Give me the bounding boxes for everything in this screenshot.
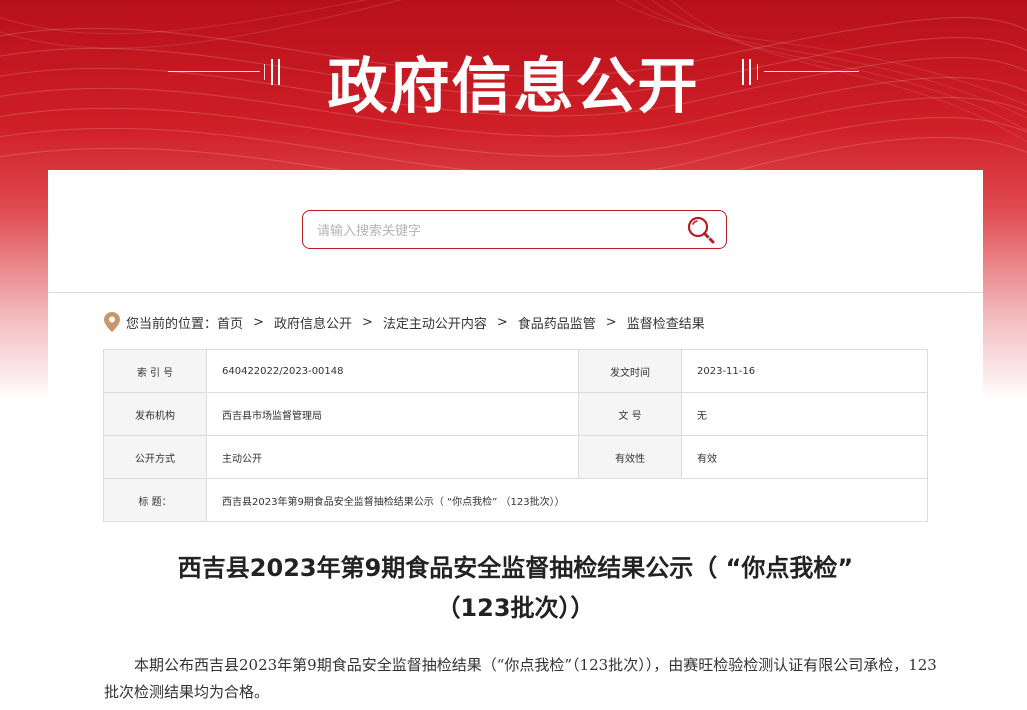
breadcrumb-statutory-content[interactable]: 法定主动公开内容 <box>383 313 487 332</box>
article-title: 西吉县2023年第9期食品安全监督抽检结果公示（ “你点我检” （123批次）） <box>48 548 983 628</box>
title-decoration-right <box>742 59 862 85</box>
breadcrumb-prefix: 您当前的位置： <box>126 316 218 332</box>
search-area <box>48 170 983 293</box>
article-title-line-1: 西吉县2023年第9期食品安全监督抽检结果公示（ “你点我检” <box>177 554 854 582</box>
breadcrumb-inspection-results[interactable]: 监督检查结果 <box>627 313 705 332</box>
search-button[interactable] <box>685 214 717 246</box>
breadcrumb-gov-info[interactable]: 政府信息公开 <box>274 313 352 332</box>
breadcrumb: 您当前的位置： 首页 > 政府信息公开 > 法定主动公开内容 > 食品药品监管 … <box>104 311 705 333</box>
index-label: 索 引 号 <box>103 349 207 393</box>
breadcrumb-separator: > <box>253 314 264 330</box>
meta-row: 标 题： 西吉县2023年第9期食品安全监督抽检结果公示（ “你点我检” （12… <box>103 478 928 522</box>
meta-row: 发布机构 西吉县市场监督管理局 文 号 无 <box>103 392 928 436</box>
docno-label: 文 号 <box>578 392 682 436</box>
breadcrumb-home[interactable]: 首页 <box>217 313 243 332</box>
method-label: 公开方式 <box>103 435 207 479</box>
validity-label: 有效性 <box>578 435 682 479</box>
validity-value: 有效 <box>681 435 928 479</box>
search-box <box>302 210 727 249</box>
breadcrumb-separator: > <box>496 314 508 330</box>
page-title: 政府信息公开 <box>327 52 700 122</box>
title-label: 标 题： <box>103 478 207 522</box>
method-value: 主动公开 <box>206 435 579 479</box>
breadcrumb-food-drug[interactable]: 食品药品监管 <box>518 313 596 332</box>
location-pin-icon <box>104 312 120 332</box>
docno-value: 无 <box>681 392 928 436</box>
org-label: 发布机构 <box>103 392 207 436</box>
search-icon <box>687 216 715 244</box>
meta-row: 索 引 号 640422022/2023-00148 发文时间 2023-11-… <box>103 349 928 393</box>
breadcrumb-separator: > <box>605 314 617 330</box>
document-meta-table: 索 引 号 640422022/2023-00148 发文时间 2023-11-… <box>103 349 928 522</box>
date-value: 2023-11-16 <box>681 349 928 393</box>
article-body: 本期公布西吉县2023年第9期食品安全监督抽检结果（“你点我检”（123批次））… <box>104 656 937 701</box>
content-card: 您当前的位置： 首页 > 政府信息公开 > 法定主动公开内容 > 食品药品监管 … <box>48 170 983 710</box>
search-input[interactable] <box>315 219 679 243</box>
index-value: 640422022/2023-00148 <box>206 349 579 393</box>
org-value: 西吉县市场监督管理局 <box>206 392 579 436</box>
article-title-line-2: （123批次）） <box>436 594 595 622</box>
breadcrumb-separator: > <box>361 314 373 330</box>
title-value: 西吉县2023年第9期食品安全监督抽检结果公示（ “你点我检” （123批次）） <box>206 478 928 522</box>
meta-row: 公开方式 主动公开 有效性 有效 <box>103 435 928 479</box>
date-label: 发文时间 <box>578 349 682 393</box>
